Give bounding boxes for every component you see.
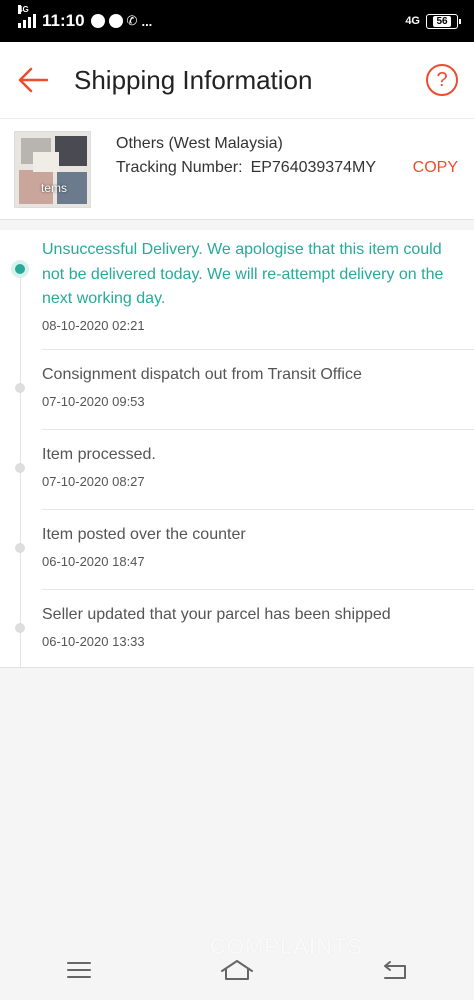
thumbnail-label: tems [41,181,68,195]
timeline-dot-active [15,264,25,274]
network-type-label: 4G [405,15,420,27]
tracking-timeline: Unsuccessful Delivery. We apologise that… [0,230,474,668]
event-description: Consignment dispatch out from Transit Of… [42,366,362,383]
back-nav-icon [384,961,406,979]
home-icon [221,960,253,980]
help-button[interactable]: ? [426,64,458,96]
shipping-method: Others (West Malaysia) [116,135,283,152]
event-time: 06-10-2020 13:33 [42,633,145,649]
missed-call-icon: ✆ [126,13,138,28]
event-description: Item posted over the counter [42,526,246,543]
menu-button[interactable] [59,955,99,985]
status-right: 4G 56 [405,13,461,29]
timeline-event: Item posted over the counter 06-10-2020 … [15,523,474,590]
event-description: Unsuccessful Delivery. We apologise that… [42,241,444,307]
timeline-dot [15,623,25,633]
back-arrow-icon [18,67,48,93]
copy-button[interactable]: COPY [413,159,458,177]
timeline-dot [15,463,25,473]
notification-icons: ✆ ... [90,13,153,29]
shipment-card: tems Others (West Malaysia) Tracking Num… [0,118,474,220]
timeline-dot [15,543,25,553]
tracking-label: Tracking Number: [116,159,243,176]
signal-icon: 4G [18,5,36,28]
app-header: Shipping Information ? [0,42,474,118]
event-time: 08-10-2020 02:21 [42,317,145,333]
event-description: Seller updated that your parcel has been… [42,606,391,623]
event-time: 06-10-2020 18:47 [42,553,145,569]
more-notifications-icon: ... [141,13,153,29]
page-title: Shipping Information [74,64,313,95]
tracking-number: EP764039374MY [250,159,376,176]
timeline-event: Consignment dispatch out from Transit Of… [15,363,474,430]
product-thumbnail[interactable]: tems [14,131,91,208]
home-button[interactable] [217,955,257,985]
back-button[interactable] [2,42,64,118]
timeline-event: Unsuccessful Delivery. We apologise that… [15,238,474,350]
back-nav-button[interactable] [375,955,415,985]
battery-icon: 56 [426,13,461,29]
chat-notification-icon [108,14,123,28]
status-left: 4G 11:10 ✆ ... [18,5,153,31]
event-time: 07-10-2020 09:53 [42,393,145,409]
timeline-event: Item processed. 07-10-2020 08:27 [15,443,474,510]
event-time: 07-10-2020 08:27 [42,473,145,489]
clock: 11:10 [42,11,85,30]
status-bar: 4G 11:10 ✆ ... 4G 56 [0,0,474,42]
tracking-row: Tracking Number: EP764039374MY [116,159,376,177]
system-navigation-bar [0,940,474,1000]
help-icon: ? [436,68,448,91]
event-description: Item processed. [42,446,156,463]
battery-level: 56 [433,15,451,27]
app-notification-icon [90,14,105,28]
timeline-dot [15,383,25,393]
menu-icon [67,962,91,978]
timeline-event: Seller updated that your parcel has been… [15,603,474,665]
